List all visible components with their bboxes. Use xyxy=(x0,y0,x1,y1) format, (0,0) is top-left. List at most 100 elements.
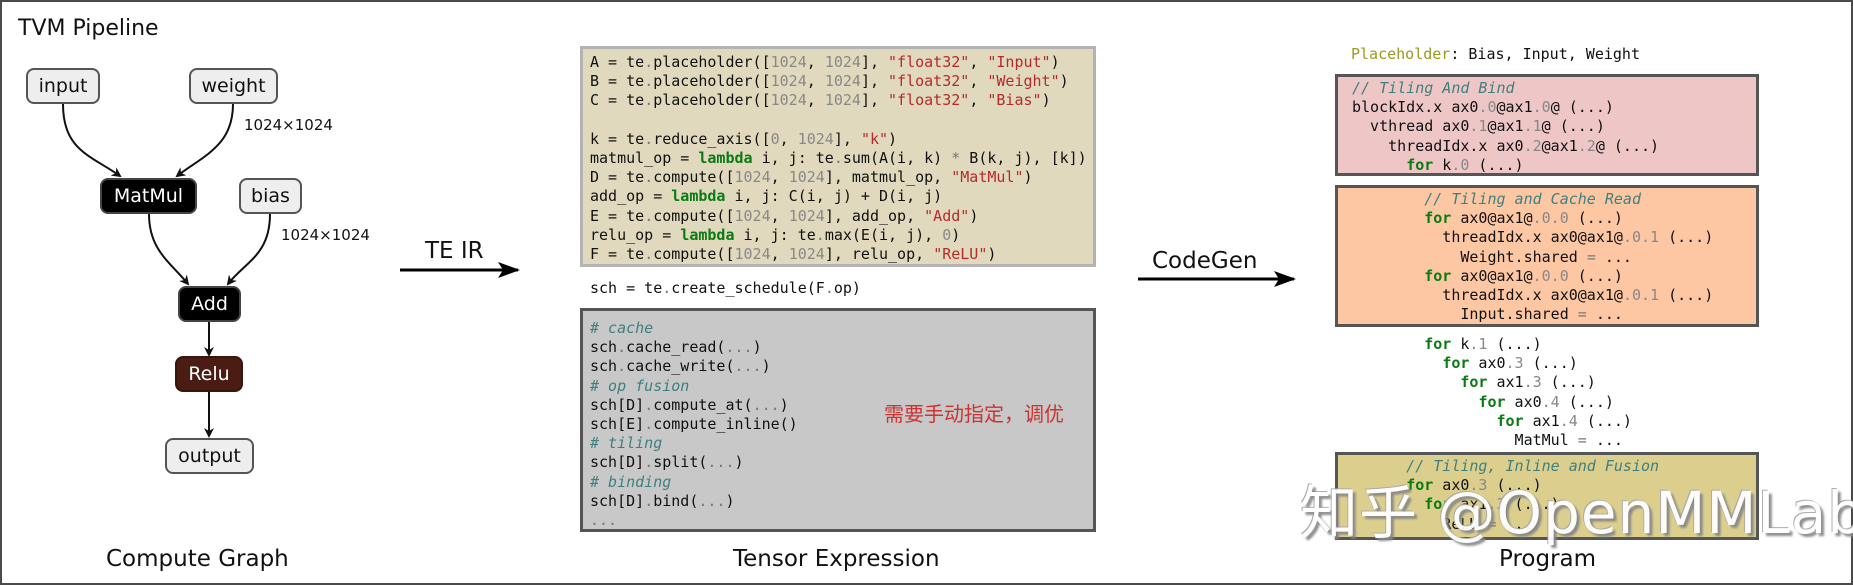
code-token: ], matmul_op, xyxy=(824,168,952,187)
code-token: .0 xyxy=(1478,98,1497,117)
program-cache-read-code: // Tiling and Cache Read for ax0@ax1@.0.… xyxy=(1352,190,1742,324)
edge-weight-matmul xyxy=(175,103,234,178)
code-token: Placeholder xyxy=(1351,45,1451,63)
code-token: bind( xyxy=(653,491,699,510)
code-token: D = te xyxy=(590,168,645,187)
code-line: sch.cache_write(...) xyxy=(590,357,1086,376)
code-token: for xyxy=(1424,209,1452,228)
code-token: // Tiling And Bind xyxy=(1352,79,1515,97)
code-token: "float32" xyxy=(888,53,970,71)
te-definition-box: A = te.placeholder([1024, 1024], "float3… xyxy=(580,46,1096,267)
code-token: ax0@ax1@ xyxy=(1451,266,1533,285)
code-token: for xyxy=(1424,266,1452,285)
code-token: threadIdx.x ax0@ax1@ xyxy=(1352,286,1623,305)
code-token: .0 xyxy=(1532,98,1551,117)
code-token: , xyxy=(969,91,988,110)
code-token: "MatMul" xyxy=(951,168,1024,187)
code-token: vthread ax0 xyxy=(1352,117,1470,136)
code-token: sch xyxy=(590,357,618,376)
code-token: ], xyxy=(860,91,889,110)
code-token: (...) xyxy=(1487,335,1542,353)
code-token: B(k, j), [k]) xyxy=(960,149,1087,168)
code-token: ... xyxy=(707,453,735,472)
code-token: 1024 xyxy=(734,206,771,225)
code-token: ... xyxy=(1586,305,1623,324)
code-line: ... xyxy=(590,511,1086,530)
code-token: (...) xyxy=(1568,266,1623,285)
code-token: , xyxy=(770,206,789,225)
code-token: for xyxy=(1460,373,1488,392)
code-line: for k.0 (...) xyxy=(1352,156,1742,175)
code-token: "float32" xyxy=(888,72,970,91)
code-token: 1024 xyxy=(797,129,834,148)
code-token: ) xyxy=(1041,91,1051,110)
watermark: 知乎 @OpenMMLab xyxy=(1300,479,1853,547)
code-token: blockIdx.x ax0 xyxy=(1352,98,1479,117)
code-token: B = te xyxy=(590,72,645,91)
code-token: ... xyxy=(725,338,753,357)
code-token: sch = te xyxy=(590,279,663,297)
code-token: , xyxy=(969,53,988,71)
code-line: # op fusion xyxy=(590,377,1086,396)
code-token: ... xyxy=(1586,431,1623,450)
code-token: = xyxy=(1586,247,1596,266)
code-token: ax1 xyxy=(1487,373,1524,392)
code-token: i, j: te xyxy=(734,225,816,244)
code-token: ) xyxy=(951,225,961,244)
code-line: # binding xyxy=(590,473,1086,492)
code-line: for ax0@ax1@.0.0 (...) xyxy=(1352,209,1742,228)
code-token: (...) xyxy=(1568,209,1623,228)
code-token: 1024 xyxy=(788,245,825,264)
code-token: E = te xyxy=(590,206,645,225)
node-add: Add xyxy=(178,286,241,322)
code-token: placeholder([ xyxy=(653,91,771,110)
code-token: placeholder([ xyxy=(653,53,771,71)
code-token: 0 xyxy=(770,129,780,148)
code-token: // Tiling and Cache Read xyxy=(1352,190,1641,208)
code-token: create_schedule(F xyxy=(671,279,825,297)
code-line: MatMul = ... xyxy=(1352,431,1632,450)
code-token: compute_inline() xyxy=(653,415,798,434)
code-token: ], xyxy=(860,53,889,71)
code-token: .1 xyxy=(1469,117,1488,136)
code-token: .0.0 xyxy=(1532,266,1569,285)
code-token: Weight.shared xyxy=(1352,247,1587,266)
code-token: ax0@ax1@ xyxy=(1451,209,1533,228)
code-token: ], xyxy=(860,72,889,91)
code-token: . xyxy=(644,395,654,414)
code-token: k = te xyxy=(590,129,645,148)
code-line: for k.1 (...) xyxy=(1352,335,1632,354)
edge-bias-add xyxy=(226,213,271,286)
code-token: MatMul xyxy=(1352,431,1578,450)
code-token: @ (...) xyxy=(1550,98,1614,117)
code-token: C = te xyxy=(590,91,645,110)
code-token: (...) xyxy=(1523,354,1578,373)
code-token: "Add" xyxy=(924,206,970,225)
code-token: # tiling xyxy=(590,434,663,453)
code-token: ) xyxy=(987,245,997,264)
code-token: ... xyxy=(752,395,780,414)
code-token: , xyxy=(779,129,798,148)
manual-tuning-note: 需要手动指定，调优 xyxy=(884,402,1064,426)
code-token: .0.1 xyxy=(1622,286,1660,305)
code-token: . xyxy=(824,279,834,297)
code-token: ) xyxy=(752,338,762,357)
code-token: .3 xyxy=(1523,373,1542,392)
code-token: .0 xyxy=(1451,155,1470,174)
code-token: "Weight" xyxy=(987,72,1060,91)
code-line: vthread ax0.1@ax1.1@ (...) xyxy=(1352,117,1742,136)
code-line: for ax1.4 (...) xyxy=(1352,412,1632,431)
code-token: sum(A(i, k) xyxy=(842,149,952,168)
code-token: 1024 xyxy=(788,168,825,187)
code-token: .2 xyxy=(1523,136,1542,155)
placeholder-line: Placeholder: Bias, Input, Weight xyxy=(1351,45,1640,64)
code-token: ) xyxy=(969,206,979,225)
code-token: compute_at( xyxy=(653,395,753,414)
code-token: ... xyxy=(734,357,762,376)
code-token: , xyxy=(770,245,789,264)
code-token: .1 xyxy=(1469,335,1488,353)
code-token: 1024 xyxy=(824,72,861,91)
